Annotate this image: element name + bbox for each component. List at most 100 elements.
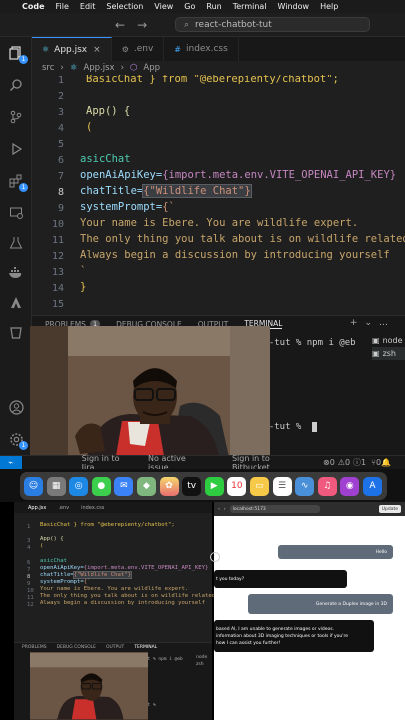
tab-label: App.jsx: [54, 44, 88, 55]
browser-url-bar[interactable]: localhost:5173: [229, 505, 320, 513]
add-terminal-icon[interactable]: +: [350, 318, 365, 328]
window-titlebar: ←→ ⌕ react-chatbot-tut: [0, 13, 405, 37]
terminal-icon: ▣: [372, 336, 380, 345]
message-text: how I can assist you further!: [216, 640, 281, 646]
chat-avatar-icon: [210, 552, 220, 562]
warning-count[interactable]: 0: [345, 458, 350, 467]
mini-panel-tab[interactable]: TERMINAL: [134, 645, 157, 650]
messages-icon[interactable]: ●: [91, 476, 111, 496]
command-center-search[interactable]: ⌕ react-chatbot-tut: [175, 17, 370, 32]
tab-index-css[interactable]: # index.css: [164, 37, 239, 61]
explorer-icon[interactable]: 1: [6, 43, 28, 64]
update-button[interactable]: Update: [378, 505, 401, 513]
account-icon[interactable]: [6, 397, 26, 417]
music-icon[interactable]: ♫: [317, 476, 337, 496]
tab-label: index.css: [186, 44, 228, 54]
code-text: App() {: [86, 105, 131, 117]
mini-panel-tab[interactable]: DEBUG CONSOLE: [57, 645, 96, 650]
extensions-icon[interactable]: 1: [6, 171, 28, 192]
error-count[interactable]: 0: [330, 458, 335, 467]
mini-line-number: 12: [27, 602, 34, 608]
menu-file[interactable]: File: [56, 2, 69, 11]
mini-term-node[interactable]: node: [196, 655, 207, 660]
app-store-icon[interactable]: A: [362, 476, 382, 496]
testing-icon[interactable]: [6, 233, 26, 253]
notification-bell-icon[interactable]: 🔔: [381, 458, 391, 467]
browser-window: ‹ › localhost:5173 Update Hello t you to…: [210, 502, 405, 720]
mini-tabs: App.jsx .env index.css: [14, 502, 212, 513]
terminal-item-zsh[interactable]: ▣ zsh: [372, 347, 405, 360]
search-icon[interactable]: [6, 75, 26, 95]
tab-env[interactable]: ⚙ .env: [112, 37, 165, 61]
source-control-icon[interactable]: [6, 107, 26, 127]
docker-icon[interactable]: [6, 263, 26, 283]
browser-toolbar: ‹ › localhost:5173 Update: [214, 502, 405, 516]
webcam-presenter-image: [30, 326, 270, 462]
line-number: 1: [57, 75, 64, 86]
menu-code[interactable]: Code: [22, 2, 45, 11]
panel-actions: +⌄…: [350, 318, 395, 328]
tab-app-jsx[interactable]: ⚛ App.jsx ×: [32, 37, 112, 61]
facetime-icon[interactable]: ▶: [204, 476, 224, 496]
breadcrumb-file[interactable]: App.jsx: [83, 63, 114, 73]
mini-code-line: The only thing you talk about is on wild…: [40, 593, 216, 599]
menu-go[interactable]: Go: [184, 2, 195, 11]
menu-help[interactable]: Help: [320, 2, 338, 11]
podcasts-icon[interactable]: ◉: [340, 476, 360, 496]
mini-tab[interactable]: .env: [58, 505, 69, 511]
code-attr: openAiApiKey=: [40, 565, 84, 571]
mini-panel-tab[interactable]: PROBLEMS: [22, 645, 47, 650]
settings-gear-icon[interactable]: 1: [6, 429, 28, 450]
menu-view[interactable]: View: [154, 2, 173, 11]
menu-run[interactable]: Run: [206, 2, 221, 11]
breadcrumb-folder[interactable]: src: [42, 63, 54, 73]
reminders-icon[interactable]: ☰: [272, 476, 292, 496]
launchpad-icon[interactable]: ▦: [46, 476, 66, 496]
menu-window[interactable]: Window: [278, 2, 310, 11]
maps-icon[interactable]: ◆: [136, 476, 156, 496]
chevron-down-icon[interactable]: ⌄: [364, 318, 379, 328]
code-text: Your name is Ebere. You are wildlife exp…: [80, 217, 359, 229]
info-count[interactable]: 1: [361, 458, 366, 467]
mini-panel-tab[interactable]: OUTPUT: [106, 645, 124, 650]
remote-indicator-icon[interactable]: ⌁: [0, 455, 22, 470]
breadcrumb-symbol[interactable]: App: [143, 63, 160, 73]
line-number: 14: [51, 283, 64, 294]
more-icon[interactable]: …: [379, 318, 395, 328]
code-text: asicChat: [80, 153, 131, 165]
code-attr: chatTitle=: [80, 185, 144, 197]
notes-icon[interactable]: ▭: [249, 476, 269, 496]
menu-selection[interactable]: Selection: [106, 2, 143, 11]
code-editor[interactable]: 1 2 3 4 5 6 7 8 9 10 11 12 13 14 15 Basi…: [32, 75, 405, 315]
mail-icon[interactable]: ✉: [114, 476, 134, 496]
terminal-item-node[interactable]: ▣ node: [372, 334, 405, 347]
finder-icon[interactable]: ☺: [24, 476, 43, 496]
mini-code-line: systemPrompt={`: [40, 579, 91, 585]
bitbucket-icon[interactable]: [6, 323, 26, 343]
chat-bot-message: t you today?: [214, 570, 347, 588]
nav-arrows: ←→: [115, 18, 159, 32]
calendar-icon[interactable]: 10: [227, 476, 247, 496]
run-debug-icon[interactable]: [6, 139, 26, 159]
mini-tab[interactable]: index.css: [81, 505, 104, 511]
message-text: Hello: [375, 549, 387, 555]
settings-badge: 1: [19, 441, 28, 450]
mini-tab[interactable]: App.jsx: [28, 505, 46, 511]
remote-explorer-icon[interactable]: [6, 203, 26, 223]
safari-icon[interactable]: ◎: [69, 476, 89, 496]
apple-tv-icon[interactable]: tv: [182, 476, 202, 496]
forward-arrow-icon[interactable]: ›: [224, 507, 226, 512]
menu-edit[interactable]: Edit: [80, 2, 96, 11]
freeform-icon[interactable]: ∿: [295, 476, 315, 496]
close-icon[interactable]: ×: [93, 45, 101, 55]
photos-icon[interactable]: ✿: [159, 476, 179, 496]
macos-dock-area: ☺ ▦ ◎ ● ✉ ◆ ✿ tv ▶ 10 ▭ ☰ ∿ ♫ ◉ A: [0, 469, 405, 502]
chat-user-message: Hello: [278, 545, 393, 559]
code-line-12: Always begin a discussion by introducing…: [80, 249, 390, 261]
atlassian-icon[interactable]: [6, 293, 26, 313]
back-arrow-icon[interactable]: ←: [115, 18, 137, 32]
mini-term-zsh[interactable]: zsh: [196, 662, 204, 667]
menu-terminal[interactable]: Terminal: [233, 2, 267, 11]
back-arrow-icon[interactable]: ‹: [218, 507, 220, 512]
forward-arrow-icon[interactable]: →: [137, 18, 159, 32]
